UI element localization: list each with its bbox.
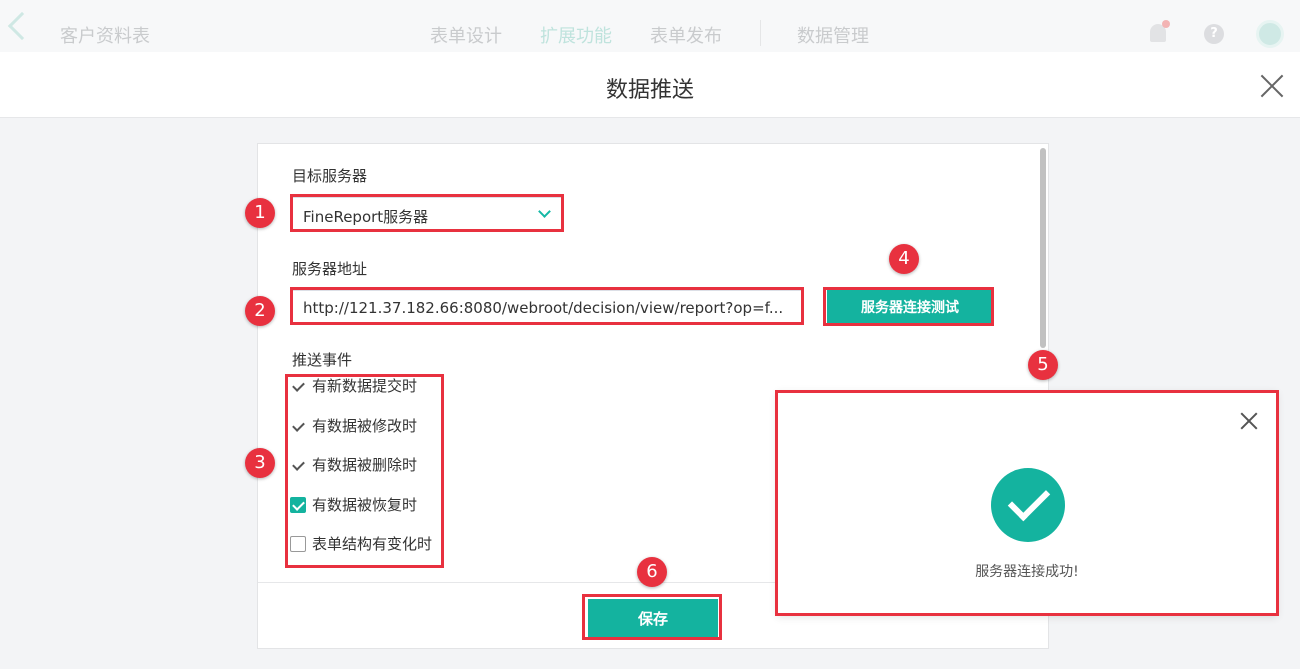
tab-extensions[interactable]: 扩展功能	[540, 22, 612, 48]
tab-form-publish[interactable]: 表单发布	[650, 22, 722, 48]
highlight-box-2	[290, 287, 804, 325]
highlight-box-5	[775, 390, 1279, 616]
highlight-box-3	[285, 374, 444, 568]
callout-badge-2: 2	[245, 296, 275, 326]
callout-badge-1: 1	[245, 198, 275, 228]
highlight-box-1	[290, 194, 564, 232]
callout-badge-5: 5	[1028, 350, 1058, 380]
modal-header: 数据推送	[0, 52, 1300, 118]
callout-badge-3: 3	[245, 448, 275, 478]
nav-divider	[760, 20, 761, 46]
avatar[interactable]	[1256, 20, 1284, 48]
highlight-box-6	[582, 594, 722, 640]
server-address-label: 服务器地址	[292, 260, 368, 278]
help-icon[interactable]: ?	[1204, 24, 1224, 44]
top-nav: 表单设计 扩展功能 表单发布 数据管理	[430, 20, 907, 48]
app-title: 客户资料表	[60, 26, 150, 47]
highlight-box-4	[823, 287, 994, 326]
target-server-label: 目标服务器	[292, 167, 368, 185]
callout-badge-6: 6	[637, 557, 667, 587]
app-bar: 客户资料表 表单设计 扩展功能 表单发布 数据管理 ?	[0, 0, 1300, 52]
callout-badge-4: 4	[889, 244, 919, 274]
notification-dot	[1162, 20, 1170, 28]
back-arrow-icon[interactable]	[7, 11, 37, 41]
modal-title: 数据推送	[605, 78, 694, 103]
close-icon[interactable]	[1260, 74, 1284, 98]
scrollbar[interactable]	[1040, 148, 1046, 348]
notification-bell-icon[interactable]	[1150, 20, 1170, 42]
push-events-label: 推送事件	[292, 351, 353, 369]
tab-data-management[interactable]: 数据管理	[797, 22, 869, 48]
tab-form-design[interactable]: 表单设计	[430, 22, 502, 48]
